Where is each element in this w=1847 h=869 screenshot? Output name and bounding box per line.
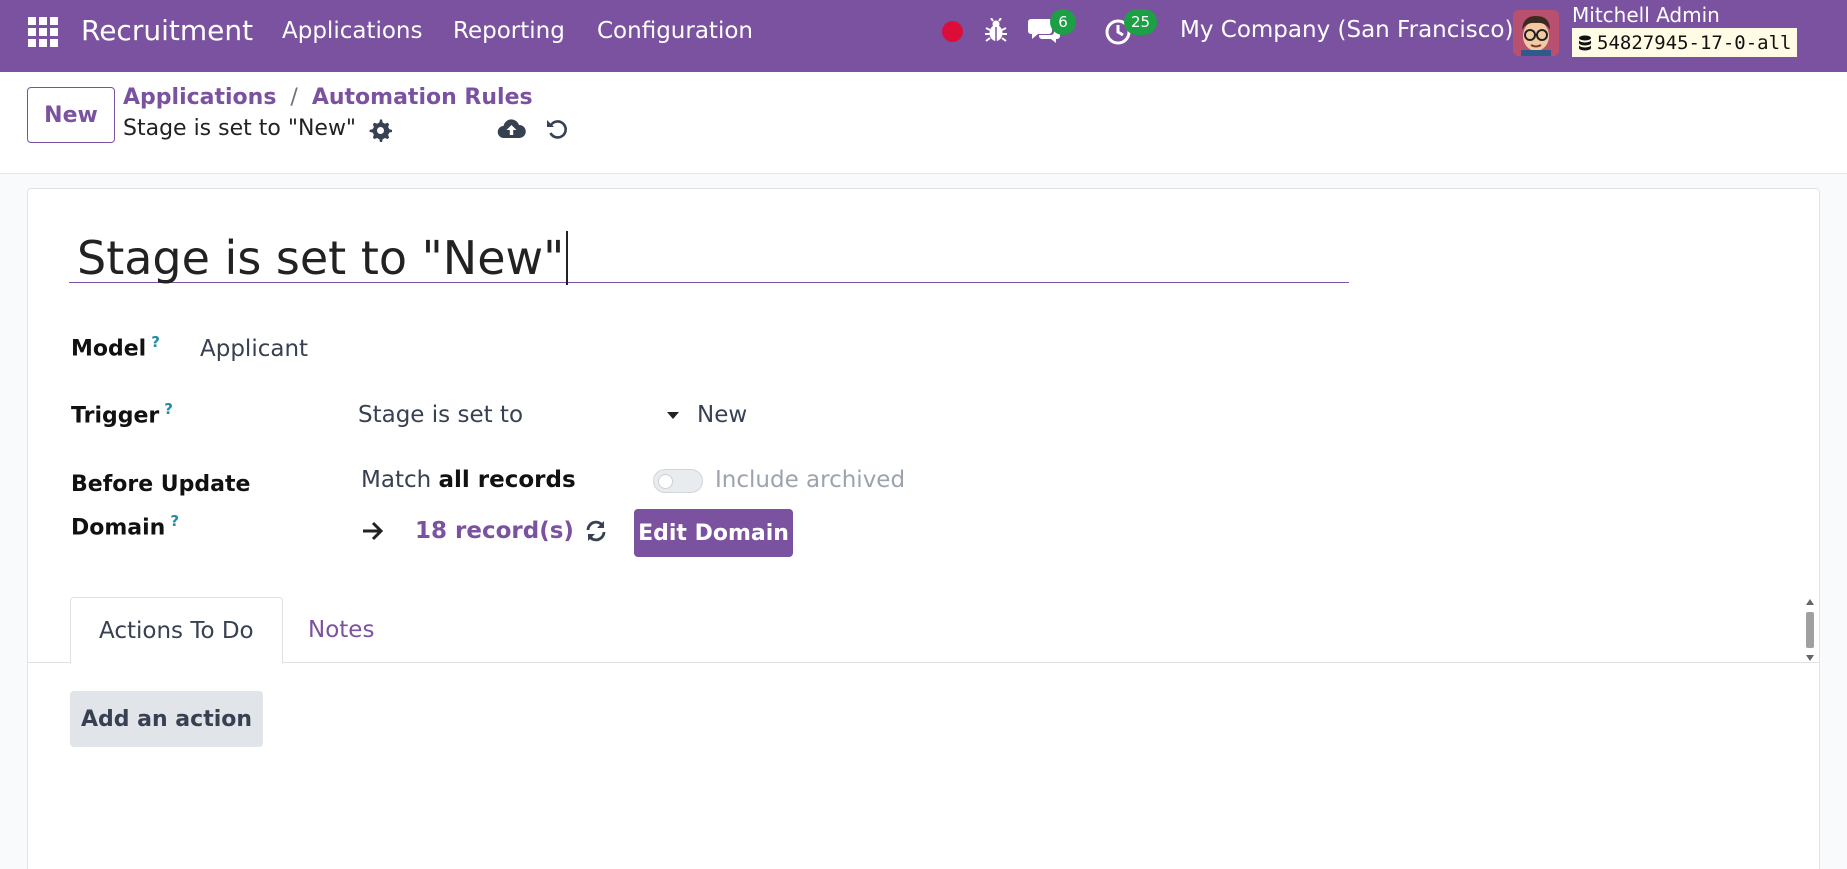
scroll-down-icon[interactable] — [1806, 655, 1814, 661]
tabs-scrollbar[interactable] — [1804, 599, 1816, 661]
model-value: Applicant — [200, 336, 309, 362]
breadcrumb-automation-rules[interactable]: Automation Rules — [312, 85, 533, 110]
app-name[interactable]: Recruitment — [81, 14, 253, 47]
menu-applications[interactable]: Applications — [282, 18, 423, 44]
user-name[interactable]: Mitchell Admin — [1572, 3, 1720, 27]
breadcrumb: Applications / Automation Rules — [123, 85, 533, 110]
activities-count-badge: 25 — [1124, 9, 1158, 35]
text-cursor — [566, 230, 569, 285]
rule-name-value: Stage is set to "New" — [77, 230, 565, 285]
refresh-icon[interactable] — [584, 519, 608, 543]
form-sheet: Stage is set to "New" Model? Applicant T… — [27, 188, 1820, 869]
debug-bug-icon[interactable] — [984, 18, 1008, 44]
domain-summary: Match all records — [361, 467, 576, 493]
new-button[interactable]: New — [27, 87, 115, 143]
scroll-thumb[interactable] — [1806, 612, 1814, 648]
tab-actions-to-do[interactable]: Actions To Do — [70, 597, 283, 664]
save-cloud-upload-icon[interactable] — [497, 116, 526, 142]
menu-configuration[interactable]: Configuration — [597, 18, 753, 44]
model-label: Model? — [71, 333, 160, 362]
breadcrumb-separator: / — [290, 85, 298, 110]
menu-reporting[interactable]: Reporting — [453, 18, 565, 44]
database-chip: 54827945-17-0-all — [1572, 28, 1798, 57]
trigger-help-icon[interactable]: ? — [164, 400, 173, 418]
edit-domain-button[interactable]: Edit Domain — [634, 509, 793, 557]
include-archived-label: Include archived — [715, 467, 906, 493]
trigger-select-value: Stage is set to — [358, 402, 524, 428]
database-name: 54827945-17-0-all — [1597, 31, 1792, 54]
recording-indicator-icon[interactable] — [942, 21, 963, 42]
records-count-link[interactable]: 18 record(s) — [415, 518, 574, 544]
user-avatar[interactable] — [1513, 10, 1559, 56]
add-action-button[interactable]: Add an action — [70, 691, 263, 747]
trigger-stage-field[interactable]: New — [697, 402, 747, 428]
trigger-select[interactable]: Stage is set to — [358, 400, 691, 430]
chevron-down-icon — [667, 411, 679, 419]
discard-undo-icon[interactable] — [546, 116, 570, 142]
model-help-icon[interactable]: ? — [151, 333, 160, 351]
gear-icon[interactable] — [368, 118, 393, 143]
domain-help-icon[interactable]: ? — [170, 512, 179, 530]
database-icon — [1579, 35, 1591, 50]
notebook-tabs: Actions To Do Notes — [28, 597, 1819, 664]
control-panel: New Applications / Automation Rules Stag… — [0, 72, 1847, 174]
arrow-right-icon — [361, 520, 385, 542]
app-switcher-icon[interactable] — [28, 17, 60, 49]
scroll-up-icon[interactable] — [1806, 599, 1814, 605]
messages-count-badge: 6 — [1050, 9, 1076, 35]
rule-name-input[interactable]: Stage is set to "New" — [69, 230, 1349, 285]
domain-label: Before Update Domain? — [71, 472, 251, 541]
record-title: Stage is set to "New" — [123, 116, 357, 141]
trigger-label: Trigger? — [71, 400, 173, 429]
include-archived-toggle[interactable] — [653, 469, 703, 493]
company-switcher[interactable]: My Company (San Francisco) — [1180, 17, 1513, 43]
tab-notes[interactable]: Notes — [280, 597, 402, 663]
breadcrumb-applications[interactable]: Applications — [123, 85, 276, 110]
top-navbar: Recruitment Applications Reporting Confi… — [0, 0, 1847, 72]
